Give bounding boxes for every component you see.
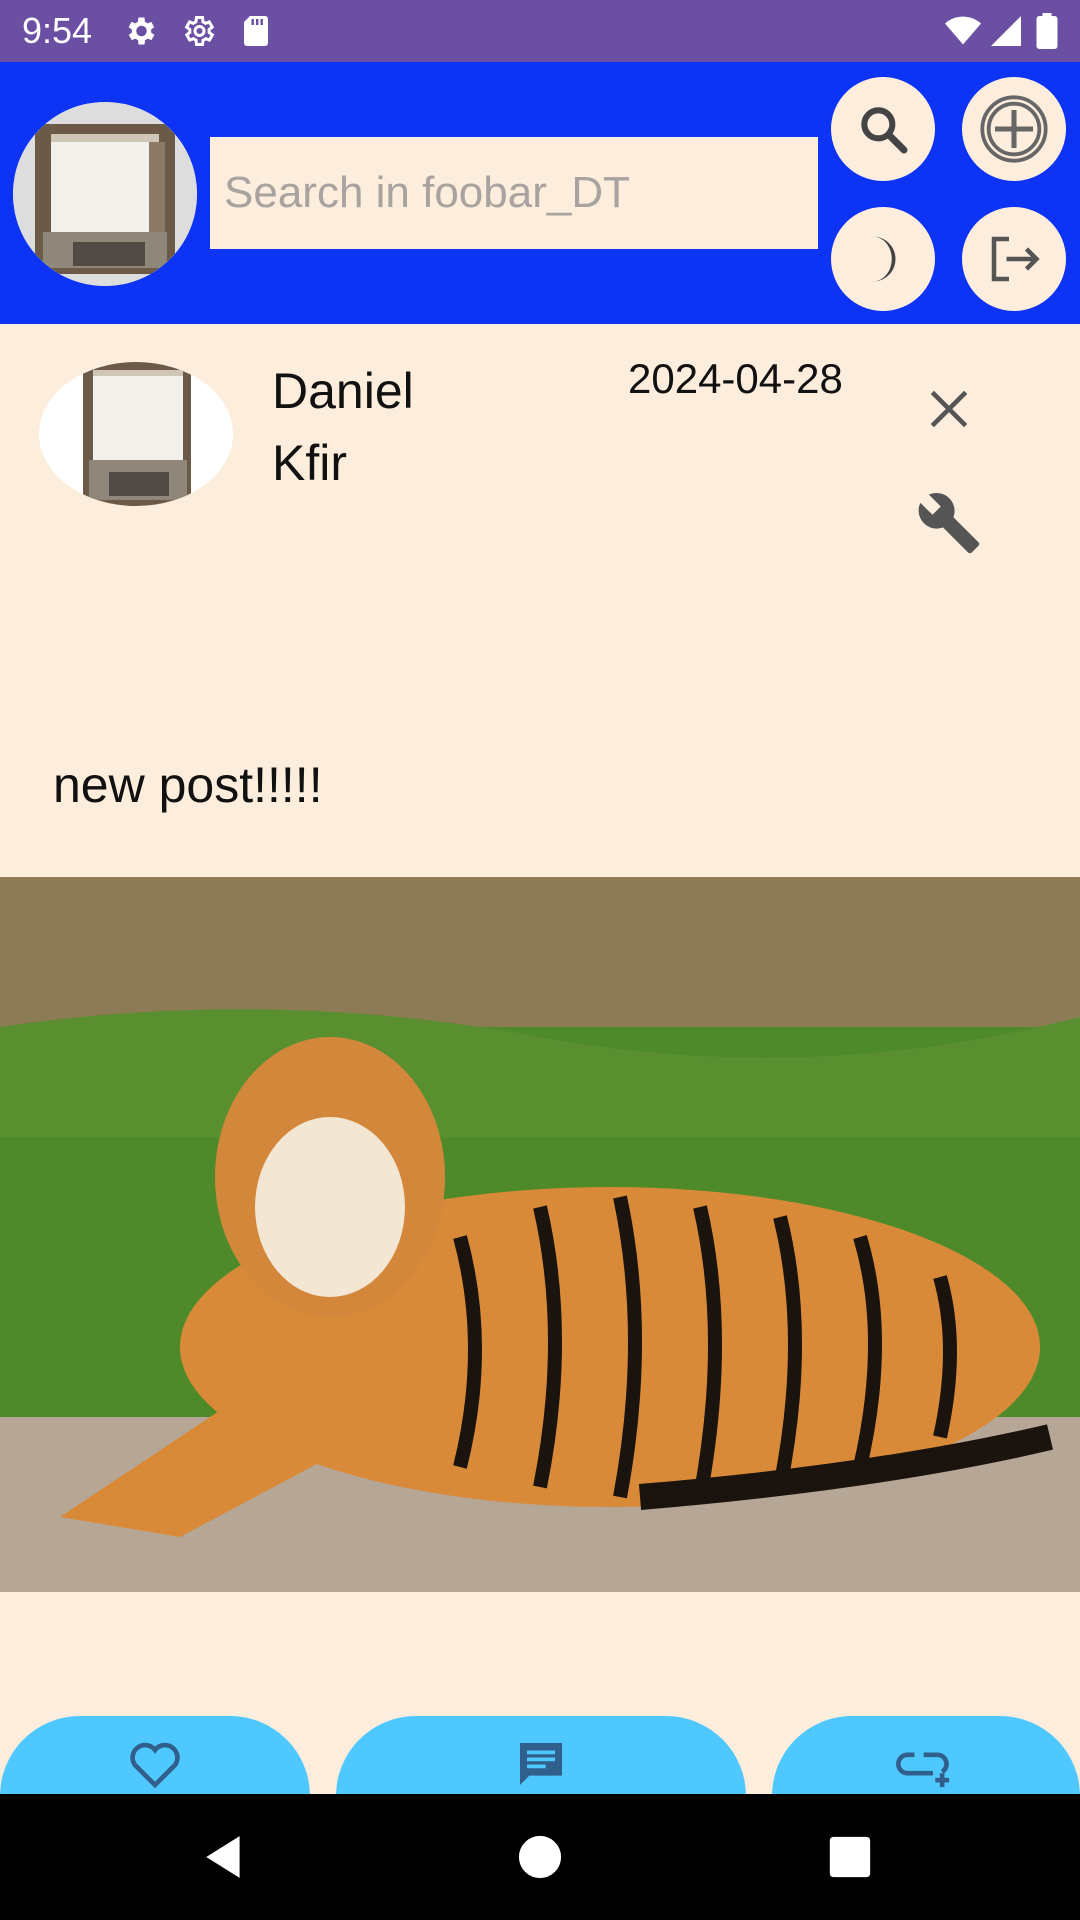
post-image	[0, 877, 1080, 1592]
search-button[interactable]	[831, 77, 935, 181]
recents-icon	[829, 1836, 871, 1878]
add-post-button[interactable]	[962, 77, 1066, 181]
dark-mode-button[interactable]	[831, 207, 935, 311]
edit-post-button[interactable]	[914, 488, 984, 558]
system-nav-bar	[0, 1794, 1080, 1920]
status-bar: 9:54	[0, 0, 1080, 62]
settings-outline-icon	[184, 16, 215, 46]
wrench-icon	[918, 493, 980, 554]
search-icon	[861, 107, 908, 154]
sd-card-icon	[244, 16, 268, 46]
room-photo	[13, 102, 197, 286]
comment-icon	[520, 1743, 562, 1785]
search-input[interactable]	[210, 137, 818, 249]
app-header	[0, 62, 1080, 324]
signal-icon	[991, 16, 1021, 46]
author-avatar[interactable]	[39, 362, 233, 506]
status-time: 9:54	[22, 10, 93, 51]
post-author-name: Daniel Kfir	[272, 363, 414, 491]
tiger-photo	[0, 877, 1080, 1592]
home-icon	[518, 1835, 562, 1879]
battery-icon	[1036, 13, 1058, 49]
home-button[interactable]	[505, 1822, 575, 1892]
back-button[interactable]	[190, 1822, 260, 1892]
post-date: 2024-04-28	[628, 355, 843, 402]
post-text: new post!!!!!	[53, 757, 323, 813]
close-icon	[930, 390, 968, 428]
add-circle-icon	[980, 95, 1048, 163]
logout-button[interactable]	[962, 207, 1066, 311]
room-photo	[39, 362, 233, 506]
logout-icon	[991, 236, 1040, 282]
recents-button[interactable]	[815, 1822, 885, 1892]
back-icon	[206, 1836, 240, 1878]
share-icon	[896, 1752, 950, 1788]
profile-avatar[interactable]	[13, 102, 197, 286]
like-heart-icon	[130, 1742, 180, 1789]
settings-icon	[128, 17, 155, 45]
dark-mode-icon	[873, 236, 896, 282]
wifi-icon	[945, 16, 981, 45]
delete-post-button[interactable]	[918, 378, 980, 440]
